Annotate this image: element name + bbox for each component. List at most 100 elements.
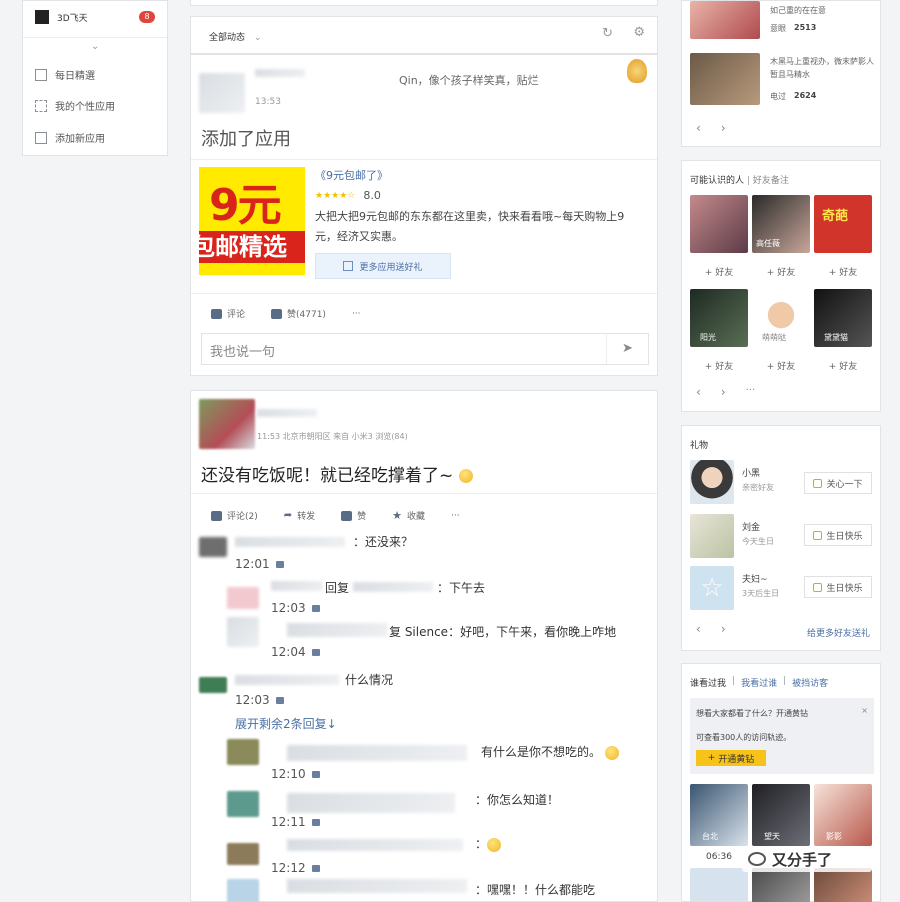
reply-target-blurred[interactable]	[353, 582, 434, 592]
panel-title: 可能认识的人 | 好友备注	[690, 176, 789, 186]
reply-icon[interactable]	[275, 696, 284, 704]
like-button[interactable]: 赞	[341, 509, 366, 522]
author-name-blurred[interactable]	[257, 409, 317, 417]
friend-avatar[interactable]: 萌萌哒	[752, 289, 810, 347]
chevron-down-icon[interactable]: ⌄	[91, 41, 99, 52]
send-icon[interactable]: ➤	[606, 334, 648, 364]
next-arrow-icon[interactable]: ›	[721, 622, 726, 636]
comment-button[interactable]: 评论(2)	[211, 509, 258, 522]
reply-avatar[interactable]	[227, 617, 259, 647]
commenter-name-blurred[interactable]	[235, 537, 345, 547]
gift-friend-name[interactable]: 刘金	[742, 520, 760, 533]
comment-button[interactable]: 评论	[211, 307, 245, 320]
author-avatar[interactable]	[199, 399, 255, 449]
next-arrow-icon[interactable]: ›	[721, 385, 726, 399]
visitor-avatar[interactable]	[690, 53, 760, 105]
more-button[interactable]: ···	[451, 511, 460, 521]
gift-friend-avatar[interactable]: ☆	[690, 566, 734, 610]
app-banner[interactable]: 9元 包邮精选	[199, 167, 305, 275]
share-button[interactable]: ➦ 转发	[284, 509, 315, 522]
tab-who-visited-me[interactable]: 谁看过我	[690, 676, 726, 689]
friend-avatar[interactable]: 阳光	[690, 289, 748, 347]
gifts-panel: 礼物 小黑 亲密好友 关心一下 刘金 今天生日 生日快乐 ☆ 夫妇~ 3天后生日…	[681, 425, 881, 651]
gift-friend-name[interactable]: 夫妇~	[742, 572, 768, 585]
replier-name-blurred[interactable]	[271, 581, 323, 591]
nav-item-add-app[interactable]: 添加新应用	[35, 130, 105, 145]
add-friend-button[interactable]: + 好友	[752, 359, 810, 372]
nav-item-my-apps[interactable]: 我的个性应用	[35, 98, 115, 113]
feed-filter-dropdown[interactable]: 全部动态 ⌄	[209, 30, 261, 43]
visitor-avatar[interactable]	[814, 868, 872, 902]
prev-arrow-icon[interactable]: ‹	[696, 385, 701, 399]
next-arrow-icon[interactable]: ›	[721, 121, 726, 135]
care-button[interactable]: 关心一下	[804, 472, 872, 494]
friend-avatar[interactable]	[690, 195, 748, 253]
reply-avatar[interactable]	[227, 791, 259, 817]
reply-icon[interactable]	[275, 560, 284, 568]
app-title[interactable]: 《9元包邮了》	[315, 167, 388, 183]
more-gifts-link[interactable]: 给更多好友送礼	[807, 626, 870, 639]
tab-blocked[interactable]: 被挡访客	[792, 676, 828, 689]
nav-item-daily[interactable]: 每日精選	[35, 67, 95, 82]
user-row[interactable]: 3D飞天	[35, 10, 88, 24]
visitor-avatar[interactable]	[690, 1, 760, 39]
visitor-avatar[interactable]: 影影	[814, 784, 872, 846]
replier-name-blurred[interactable]	[287, 745, 467, 761]
more-button[interactable]: ···	[352, 309, 361, 319]
gift-friend-avatar[interactable]	[690, 460, 734, 504]
gift-friend-avatar[interactable]	[690, 514, 734, 558]
visitor-avatar[interactable]	[690, 868, 748, 902]
replier-name-blurred[interactable]	[287, 879, 467, 893]
reply-avatar[interactable]	[227, 587, 259, 609]
reply-avatar[interactable]	[227, 739, 259, 765]
reply-icon[interactable]	[311, 818, 320, 826]
gear-icon[interactable]: ⚙	[633, 25, 645, 40]
prev-arrow-icon[interactable]: ‹	[696, 622, 701, 636]
add-friend-button[interactable]: + 好友	[814, 265, 872, 278]
add-friend-button[interactable]: + 好友	[690, 265, 748, 278]
reply-avatar[interactable]	[227, 843, 259, 865]
app-description: 大把大把9元包邮的东东都在这里卖，快来看看哦~每天购物上9元，经济又实惠。	[315, 210, 625, 243]
comment-time: 12:12	[271, 861, 320, 875]
add-friend-button[interactable]: + 好友	[690, 359, 748, 372]
comment-avatar[interactable]	[199, 677, 227, 693]
close-icon[interactable]: ×	[861, 706, 868, 715]
gift-icon	[813, 582, 823, 592]
prev-arrow-icon[interactable]: ‹	[696, 121, 701, 135]
reply-icon[interactable]	[311, 604, 320, 612]
author-avatar[interactable]	[199, 73, 245, 113]
birthday-button[interactable]: 生日快乐	[804, 524, 872, 546]
comment-avatar[interactable]	[199, 537, 227, 557]
visitor-avatar[interactable]: 台北	[690, 784, 748, 846]
friend-avatar[interactable]: 黛黛猫	[814, 289, 872, 347]
reply-avatar[interactable]	[227, 879, 259, 902]
favorite-button[interactable]: ★ 收藏	[392, 509, 425, 522]
reply-icon[interactable]	[311, 648, 320, 656]
more-apps-button[interactable]: 更多应用送好礼	[315, 253, 451, 279]
like-button[interactable]: 赞(4771)	[271, 307, 326, 320]
star-icon: ★	[392, 509, 403, 522]
subtitle-link[interactable]: 好友备注	[753, 176, 789, 186]
friend-avatar[interactable]: 高任薇	[752, 195, 810, 253]
replier-name-blurred[interactable]	[287, 793, 455, 813]
add-friend-button[interactable]: + 好友	[814, 359, 872, 372]
reply-input[interactable]: 我也说一句 ➤	[201, 333, 649, 365]
more-button[interactable]: ···	[746, 385, 756, 399]
commenter-name-blurred[interactable]	[235, 675, 339, 685]
author-name-blurred[interactable]	[255, 69, 305, 77]
expand-replies-link[interactable]: 展开剩余2条回复↓	[235, 715, 337, 732]
notification-badge[interactable]: 8	[139, 11, 155, 23]
add-friend-button[interactable]: + 好友	[752, 265, 810, 278]
refresh-icon[interactable]: ↻	[602, 26, 613, 41]
visitor-avatar[interactable]	[752, 868, 810, 902]
gift-friend-name[interactable]: 小黑	[742, 466, 760, 479]
replier-name-blurred[interactable]	[287, 623, 387, 637]
replier-name-blurred[interactable]	[287, 839, 463, 851]
visitor-avatar[interactable]: 望天	[752, 784, 810, 846]
birthday-button[interactable]: 生日快乐	[804, 576, 872, 598]
reply-icon[interactable]	[311, 770, 320, 778]
reply-icon[interactable]	[311, 864, 320, 872]
open-vip-button[interactable]: + 开通黄钻	[696, 750, 766, 766]
tab-i-visited[interactable]: 我看过谁	[741, 676, 777, 689]
friend-avatar[interactable]: 奇葩	[814, 195, 872, 253]
